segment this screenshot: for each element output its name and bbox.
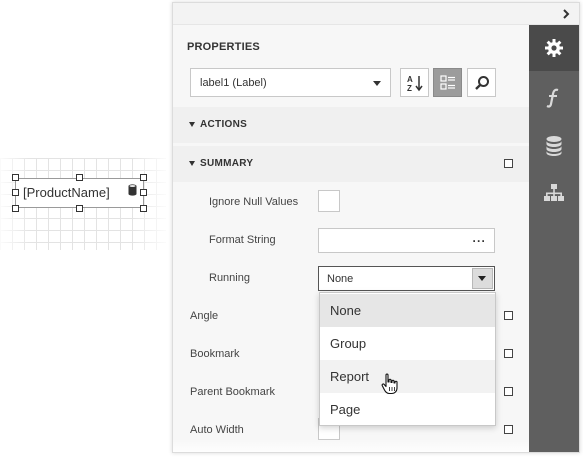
component-selector-value: label1 (Label)	[200, 77, 267, 89]
dropdown-option-report[interactable]: Report	[320, 360, 495, 393]
hand-cursor-icon	[381, 373, 398, 395]
search-button[interactable]	[467, 68, 496, 97]
categorized-button[interactable]	[433, 68, 462, 97]
dropdown-option-page[interactable]: Page	[320, 393, 495, 426]
properties-title: PROPERTIES	[187, 41, 260, 53]
angle-reset-box[interactable]	[504, 311, 513, 320]
running-dropdown-list: None Group Report Page	[319, 292, 496, 426]
az-sort-icon: A Z	[407, 75, 423, 92]
running-combobox-value: None	[327, 273, 354, 285]
bottom-fade	[173, 439, 529, 452]
resize-handle-tr[interactable]	[140, 174, 147, 181]
database-icon	[546, 136, 562, 156]
summary-reset-box[interactable]	[504, 159, 513, 168]
section-actions-title: ACTIONS	[200, 119, 248, 130]
chevron-right-icon[interactable]	[561, 8, 571, 20]
running-label: Running	[209, 272, 250, 284]
search-icon	[474, 75, 489, 90]
resize-handle-br[interactable]	[140, 205, 147, 212]
resize-handle-tc[interactable]	[76, 174, 83, 181]
tab-field-list[interactable]	[529, 123, 579, 169]
ignore-null-values-label: Ignore Null Values	[209, 196, 299, 208]
categorized-icon	[439, 74, 455, 90]
parent-bookmark-reset-box[interactable]	[504, 387, 513, 396]
resize-handle-mr[interactable]	[140, 189, 147, 196]
section-summary[interactable]: SUMMARY	[173, 146, 529, 182]
parent-bookmark-label: Parent Bookmark	[190, 386, 275, 398]
tab-properties[interactable]	[529, 25, 579, 71]
section-summary-title: SUMMARY	[200, 158, 254, 169]
dropdown-option-none[interactable]: None	[320, 294, 495, 327]
hierarchy-icon	[544, 184, 564, 201]
sort-alphabetical-button[interactable]: A Z	[400, 68, 429, 97]
tab-report-explorer[interactable]	[529, 170, 579, 216]
resize-handle-ml[interactable]	[12, 189, 19, 196]
dropdown-option-label: Report	[330, 369, 370, 384]
tab-expressions[interactable]	[529, 75, 579, 121]
angle-label: Angle	[190, 310, 219, 322]
collapse-triangle-icon	[189, 122, 195, 127]
function-icon	[546, 88, 559, 108]
resize-handle-bl[interactable]	[12, 205, 19, 212]
database-mini-icon	[128, 184, 137, 196]
svg-text:Z: Z	[407, 84, 412, 92]
dropdown-option-label: None	[330, 303, 362, 318]
bookmark-reset-box[interactable]	[504, 349, 513, 358]
running-dropdown-button[interactable]	[472, 268, 493, 289]
dropdown-option-group[interactable]: Group	[320, 327, 495, 360]
auto-width-label: Auto Width	[190, 424, 244, 436]
bookmark-label: Bookmark	[190, 348, 240, 360]
chevron-down-icon	[478, 276, 486, 281]
report-label-control[interactable]: [ProductName]	[15, 178, 144, 208]
running-combobox[interactable]: None	[318, 266, 495, 291]
chevron-down-icon	[373, 81, 381, 86]
dropdown-option-label: Page	[330, 402, 361, 417]
gear-icon	[545, 39, 563, 57]
properties-panel: PROPERTIES label1 (Label) A Z ACTIONS SU…	[172, 2, 580, 453]
auto-width-reset-box[interactable]	[504, 425, 513, 434]
panel-top-strip	[173, 3, 579, 25]
report-label-text: [ProductName]	[23, 185, 110, 200]
section-actions[interactable]: ACTIONS	[173, 107, 529, 143]
side-tab-bar	[529, 25, 579, 452]
resize-handle-tl[interactable]	[12, 174, 19, 181]
dropdown-option-label: Group	[330, 336, 367, 351]
component-selector[interactable]: label1 (Label)	[190, 68, 391, 97]
ignore-null-values-checkbox[interactable]	[318, 190, 340, 212]
format-string-field[interactable]: ···	[318, 228, 495, 253]
collapse-triangle-icon	[189, 161, 195, 166]
svg-text:A: A	[407, 75, 413, 84]
resize-handle-bc[interactable]	[76, 205, 83, 212]
ellipsis-button[interactable]: ···	[473, 234, 487, 248]
format-string-label: Format String	[209, 234, 276, 246]
